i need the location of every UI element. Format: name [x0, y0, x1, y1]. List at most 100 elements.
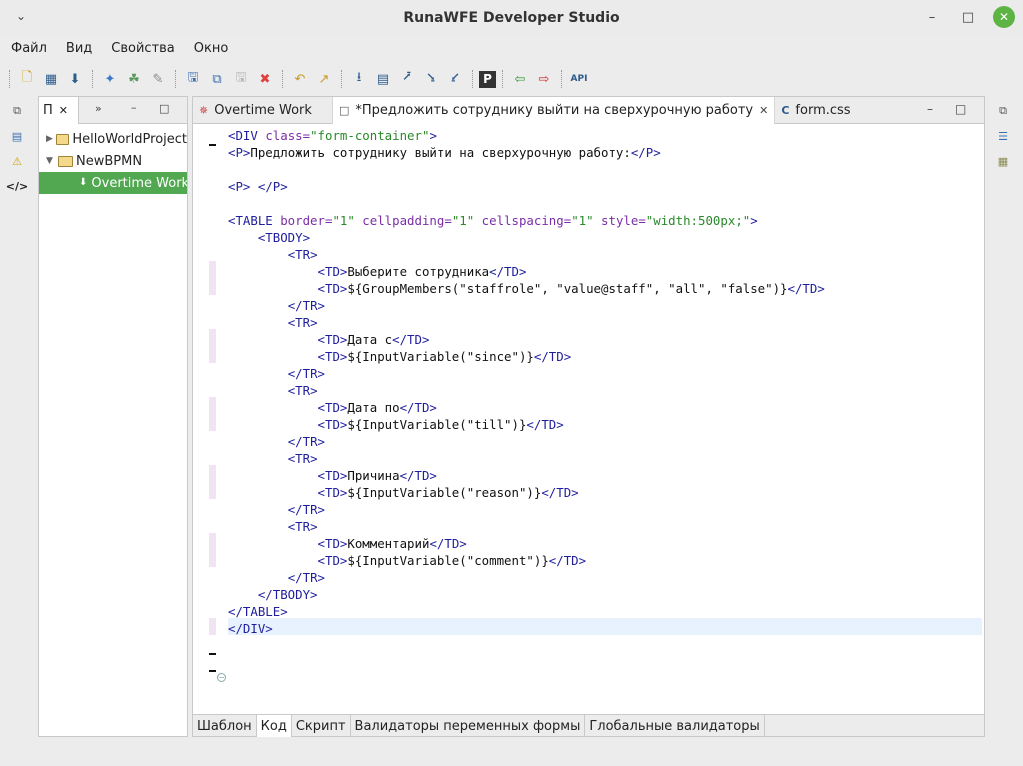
code-token-txt: ${InputVariable("till")}: [347, 417, 527, 432]
code-token-txt: Выберите сотрудника: [347, 264, 490, 279]
menu-view[interactable]: Вид: [55, 38, 100, 62]
tab-script[interactable]: Скрипт: [292, 715, 351, 737]
menu-properties[interactable]: Свойства: [100, 38, 183, 62]
menu-file[interactable]: Файл: [0, 38, 55, 62]
restore-icon[interactable]: ⧉: [992, 100, 1014, 122]
tab-form[interactable]: □ *Предложить сотруднику выйти на сверху…: [333, 97, 776, 124]
code-line: <TD>${GroupMembers("staffrole", "value@s…: [228, 280, 825, 297]
close-tab-icon[interactable]: ✕: [759, 104, 768, 117]
code-token-tag: <TR>: [287, 315, 318, 330]
code-token-tag: <TD>: [317, 553, 348, 568]
code-token-tag: <TR>: [287, 519, 318, 534]
minimize-view-icon[interactable]: –: [131, 101, 137, 114]
code-token-txt: ${InputVariable("reason")}: [347, 485, 542, 500]
project-explorer: П ✕ » – □ ▶ HelloWorldProject ▼ NewBPMN …: [38, 96, 188, 737]
code-token-tag: </TD>: [526, 417, 564, 432]
code-token-txt: ${InputVariable("since")}: [347, 349, 534, 364]
export-process-icon[interactable]: ⇨: [533, 68, 555, 90]
window-menu-icon[interactable]: ⌄: [16, 9, 30, 23]
minimize-editor-icon[interactable]: –: [927, 102, 933, 116]
code-editor[interactable]: − <DIV class="form-container"> <P>Предлож…: [193, 125, 984, 712]
tree-item-process[interactable]: ⬇ Overtime Work: [39, 172, 187, 194]
code-line: <TD>${InputVariable("since")}</TD>: [228, 348, 572, 365]
code-line: <TD>${InputVariable("till")}</TD>: [228, 416, 564, 433]
tree-item-project[interactable]: ▶ HelloWorldProject: [39, 128, 187, 150]
maximize-icon[interactable]: □: [957, 6, 979, 28]
code-token-tag: <TABLE: [228, 213, 281, 228]
tab-project-explorer[interactable]: П ✕: [39, 96, 79, 124]
form-source-icon[interactable]: </>: [6, 175, 28, 197]
code-token-tag: </P>: [630, 145, 661, 160]
tab-template[interactable]: Шаблон: [193, 715, 257, 737]
project-explorer-icon[interactable]: ▤: [6, 125, 28, 147]
code-token-tag: </TR>: [287, 502, 325, 517]
api-icon[interactable]: API: [568, 68, 590, 90]
import-icon[interactable]: ☘: [123, 68, 145, 90]
save-all-icon[interactable]: ⧉: [206, 68, 228, 90]
window-titlebar: ⌄ RunaWFE Developer Studio – □ ✕: [0, 0, 1023, 36]
delete-icon[interactable]: ✖: [254, 68, 276, 90]
tree-item-project[interactable]: ▼ NewBPMN: [39, 150, 187, 172]
code-token-tag: >: [429, 128, 437, 143]
tab-overtime-work[interactable]: ✵ Overtime Work: [193, 97, 333, 124]
tab-form-css[interactable]: C form.css: [775, 97, 856, 124]
tab-global-validators[interactable]: Глобальные валидаторы: [585, 715, 765, 737]
code-token-txt: ${InputVariable("comment")}: [347, 553, 549, 568]
save-icon[interactable]: 🖫: [182, 68, 204, 90]
code-token-val: "width:500px;": [645, 213, 751, 228]
change-marker: [209, 397, 216, 431]
redo-icon[interactable]: ↗: [313, 68, 335, 90]
collapse-arrow-icon[interactable]: ▼: [46, 156, 58, 166]
code-token-tag: </TR>: [287, 366, 325, 381]
paragraph-icon[interactable]: P: [479, 70, 496, 88]
maximize-view-icon[interactable]: □: [159, 102, 169, 115]
code-line: <TR>: [228, 246, 318, 263]
close-icon[interactable]: ✕: [993, 6, 1015, 28]
new-form-icon[interactable]: ▦: [40, 68, 62, 90]
palette-icon[interactable]: ▦: [992, 150, 1014, 172]
code-token-tag: <TD>: [317, 400, 348, 415]
expand-arrow-icon[interactable]: ▶: [46, 134, 56, 144]
tab-form-validators[interactable]: Валидаторы переменных формы: [351, 715, 586, 737]
new-process-icon[interactable]: ⬇: [64, 68, 86, 90]
code-token-tag: <P>: [228, 179, 251, 194]
code-line: </DIV>: [228, 620, 273, 637]
import-process-icon[interactable]: ⇦: [509, 68, 531, 90]
code-token-tag: </TR>: [287, 298, 325, 313]
align-bottom-icon[interactable]: ⭸: [420, 68, 442, 90]
code-token-tag: </TR>: [287, 570, 325, 585]
outline-icon[interactable]: ☰: [992, 125, 1014, 147]
close-tab-icon[interactable]: ✕: [59, 104, 68, 117]
view-menu-icon[interactable]: »: [95, 102, 102, 115]
code-line: <TABLE border="1" cellpadding="1" cellsp…: [228, 212, 758, 229]
new-project-icon[interactable]: 🗋: [16, 68, 38, 90]
restore-icon[interactable]: ⧉: [6, 100, 28, 122]
align-right-icon[interactable]: ⭹: [444, 68, 466, 90]
align-icon[interactable]: ⭳: [348, 68, 370, 90]
network-icon[interactable]: ✦: [99, 68, 121, 90]
code-line: <P> </P>: [228, 178, 288, 195]
form-editor-bottom-tabs: Шаблон Код Скрипт Валидаторы переменных …: [193, 714, 984, 737]
undo-icon[interactable]: ↶: [289, 68, 311, 90]
code-token-tag: <TD>: [317, 281, 348, 296]
menu-window[interactable]: Окно: [183, 38, 237, 62]
code-token-tag: <TD>: [317, 468, 348, 483]
maximize-editor-icon[interactable]: □: [955, 102, 966, 116]
code-line: <TD>Дата по</TD>: [228, 399, 437, 416]
tab-code[interactable]: Код: [256, 715, 292, 737]
fold-collapse-icon[interactable]: −: [217, 673, 226, 682]
export-icon[interactable]: ✎: [147, 68, 169, 90]
tab-label: Overtime Work: [214, 103, 312, 118]
toolbar-separator: [282, 70, 283, 88]
align-top-icon[interactable]: ⭷: [396, 68, 418, 90]
problems-icon[interactable]: ⚠: [6, 150, 28, 172]
project-explorer-tabs: П ✕ » – □: [39, 96, 187, 124]
minimize-icon[interactable]: –: [921, 6, 943, 28]
current-line-highlight: [228, 618, 982, 635]
toolbar-separator: [502, 70, 503, 88]
grid-icon[interactable]: ▤: [372, 68, 394, 90]
